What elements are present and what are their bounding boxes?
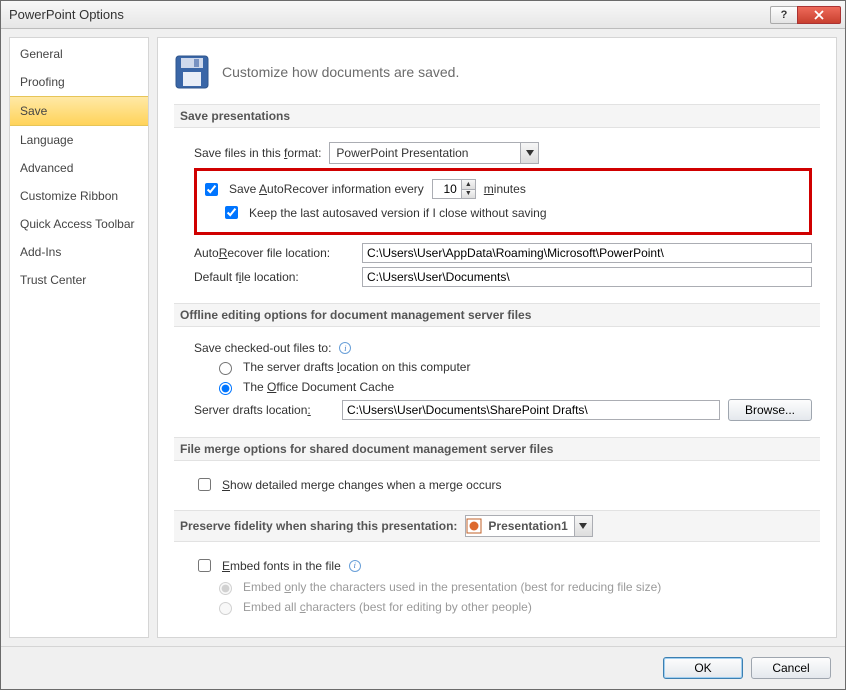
- section-preserve-fidelity: Preserve fidelity when sharing this pres…: [174, 510, 820, 625]
- powerpoint-file-icon: [466, 518, 482, 534]
- spin-down-icon[interactable]: ▼: [462, 190, 475, 199]
- sidebar-item-save[interactable]: Save: [10, 96, 148, 126]
- sidebar-item-label: Advanced: [20, 161, 73, 175]
- save-format-label: Save files in this format:: [194, 146, 321, 160]
- info-icon[interactable]: i: [349, 560, 361, 572]
- help-button[interactable]: ?: [770, 6, 798, 24]
- sidebar-item-label: Save: [20, 104, 47, 118]
- embed-only-label: Embed only the characters used in the pr…: [243, 580, 661, 594]
- sidebar-item-add-ins[interactable]: Add-Ins: [10, 238, 148, 266]
- sidebar-item-label: Quick Access Toolbar: [20, 217, 135, 231]
- embed-all-label: Embed all characters (best for editing b…: [243, 600, 532, 614]
- preserve-header-label: Preserve fidelity when sharing this pres…: [180, 519, 457, 533]
- office-cache-radio[interactable]: [219, 382, 232, 395]
- section-merge: File merge options for shared document m…: [174, 437, 820, 504]
- chevron-down-icon: [520, 143, 538, 163]
- sidebar-item-label: Customize Ribbon: [20, 189, 118, 203]
- autorecover-value[interactable]: [433, 180, 461, 198]
- sidebar-item-label: Proofing: [20, 75, 65, 89]
- sidebar-item-language[interactable]: Language: [10, 126, 148, 154]
- browse-button[interactable]: Browse...: [728, 399, 812, 421]
- presentation-combo[interactable]: Presentation1: [465, 515, 592, 537]
- save-format-value: PowerPoint Presentation: [330, 146, 520, 160]
- section-header-merge: File merge options for shared document m…: [174, 437, 820, 461]
- content-pane: Customize how documents are saved. Save …: [157, 37, 837, 638]
- server-drafts-loc-input[interactable]: [342, 400, 720, 420]
- page-heading-row: Customize how documents are saved.: [174, 54, 820, 90]
- sidebar-item-trust-center[interactable]: Trust Center: [10, 266, 148, 294]
- info-icon[interactable]: i: [339, 342, 351, 354]
- autorecover-highlight: Save AutoRecover information every ▲ ▼ m…: [194, 168, 812, 235]
- autorecover-unit: minutes: [484, 182, 526, 196]
- close-icon: [814, 10, 824, 20]
- save-disk-icon: [174, 54, 210, 90]
- default-loc-input[interactable]: [362, 267, 812, 287]
- save-format-combo[interactable]: PowerPoint Presentation: [329, 142, 539, 164]
- presentation-combo-value: Presentation1: [482, 519, 573, 533]
- embed-all-radio: [219, 602, 232, 615]
- save-checked-out-label: Save checked-out files to:: [194, 341, 331, 355]
- section-offline: Offline editing options for document man…: [174, 303, 820, 431]
- server-drafts-loc-label: Server drafts location:: [194, 403, 334, 417]
- autorecover-label: Save AutoRecover information every: [229, 182, 424, 196]
- section-header-preserve: Preserve fidelity when sharing this pres…: [174, 510, 820, 542]
- show-merge-checkbox[interactable]: [198, 478, 211, 491]
- sidebar-item-advanced[interactable]: Advanced: [10, 154, 148, 182]
- office-cache-radio-label: The Office Document Cache: [243, 380, 394, 394]
- options-dialog: PowerPoint Options ? General Proofing Sa…: [0, 0, 846, 690]
- autorecover-spinner[interactable]: ▲ ▼: [432, 179, 476, 199]
- show-merge-label: Show detailed merge changes when a merge…: [222, 478, 502, 492]
- embed-fonts-checkbox[interactable]: [198, 559, 211, 572]
- sidebar-item-proofing[interactable]: Proofing: [10, 68, 148, 96]
- keep-last-label: Keep the last autosaved version if I clo…: [249, 206, 547, 220]
- section-header-offline: Offline editing options for document man…: [174, 303, 820, 327]
- ok-button[interactable]: OK: [663, 657, 743, 679]
- dialog-body: General Proofing Save Language Advanced …: [1, 29, 845, 646]
- chevron-down-icon: [574, 516, 592, 536]
- server-drafts-radio[interactable]: [219, 362, 232, 375]
- sidebar-item-label: Trust Center: [20, 273, 86, 287]
- spinner-buttons[interactable]: ▲ ▼: [461, 180, 475, 198]
- section-header-save: Save presentations: [174, 104, 820, 128]
- sidebar-item-label: Language: [20, 133, 73, 147]
- autorecover-loc-input[interactable]: [362, 243, 812, 263]
- window-title: PowerPoint Options: [9, 7, 765, 22]
- spin-up-icon[interactable]: ▲: [462, 180, 475, 190]
- embed-fonts-label: Embed fonts in the file: [222, 559, 341, 573]
- cancel-button[interactable]: Cancel: [751, 657, 831, 679]
- sidebar-item-customize-ribbon[interactable]: Customize Ribbon: [10, 182, 148, 210]
- keep-last-checkbox[interactable]: [225, 206, 238, 219]
- page-heading: Customize how documents are saved.: [222, 64, 459, 80]
- sidebar-item-label: Add-Ins: [20, 245, 61, 259]
- default-loc-label: Default file location:: [194, 270, 354, 284]
- close-button[interactable]: [797, 6, 841, 24]
- sidebar-item-label: General: [20, 47, 63, 61]
- sidebar: General Proofing Save Language Advanced …: [9, 37, 149, 638]
- section-save-presentations: Save presentations Save files in this fo…: [174, 104, 820, 297]
- dialog-footer: OK Cancel: [1, 646, 845, 689]
- embed-only-radio: [219, 582, 232, 595]
- sidebar-item-quick-access[interactable]: Quick Access Toolbar: [10, 210, 148, 238]
- titlebar: PowerPoint Options ?: [1, 1, 845, 29]
- sidebar-item-general[interactable]: General: [10, 40, 148, 68]
- autorecover-checkbox[interactable]: [205, 183, 218, 196]
- window-buttons: ?: [771, 6, 841, 24]
- autorecover-loc-label: AutoRecover file location:: [194, 246, 354, 260]
- server-drafts-radio-label: The server drafts location on this compu…: [243, 360, 470, 374]
